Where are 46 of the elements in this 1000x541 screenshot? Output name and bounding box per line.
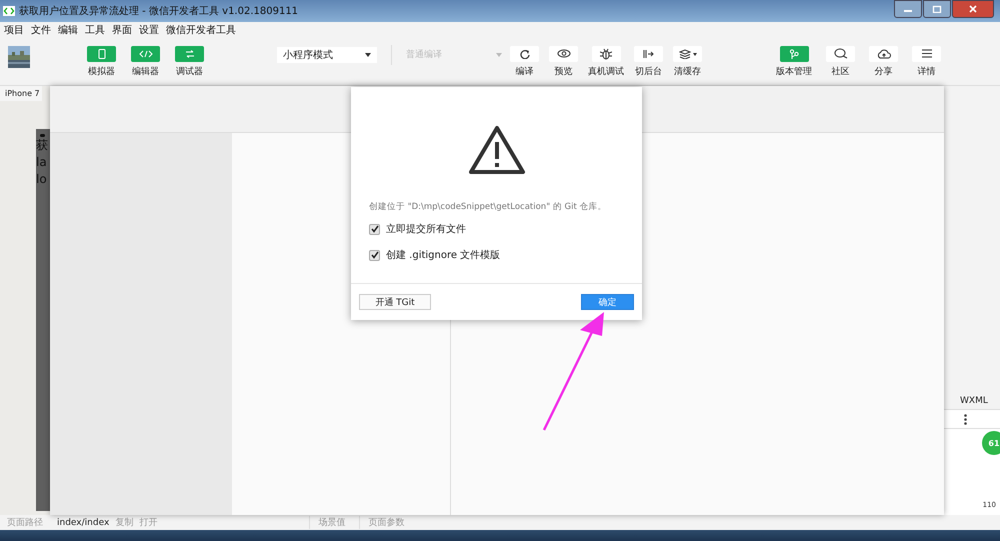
swap-icon: [184, 50, 194, 58]
checkbox-label: 立即提交所有文件: [386, 222, 466, 236]
debugger-tab[interactable]: WXML: [944, 393, 1000, 410]
menu-item[interactable]: 微信开发者工具: [166, 23, 236, 37]
layers-icon: [678, 48, 696, 58]
dialog-message: 创建位于 "D:\mp\codeSnippet\getLocation" 的 Git 仓库。: [369, 201, 608, 213]
menu-item[interactable]: 工具: [85, 23, 105, 37]
maximize-icon: [932, 5, 942, 13]
code-icon: [138, 50, 152, 58]
close-icon: [968, 5, 978, 13]
menu-item[interactable]: 文件: [31, 23, 51, 37]
checkbox-label: 创建 .gitignore 文件模版: [386, 248, 500, 262]
branch-icon: [789, 48, 799, 58]
menu-item[interactable]: 界面: [112, 23, 132, 37]
screen-text: la: [36, 154, 48, 171]
more-icon[interactable]: [964, 414, 967, 424]
minimize-button[interactable]: [894, 0, 922, 18]
path-label: 页面路径: [7, 516, 43, 529]
toolbar-button[interactable]: 真机调试: [588, 46, 624, 78]
tgit-button[interactable]: 开通 TGit: [359, 294, 431, 310]
menu-item[interactable]: 项目: [4, 23, 24, 37]
window-title: 获取用户位置及异常流处理 - 微信开发者工具 v1.02.1809111: [19, 4, 298, 18]
signal-icon: [40, 134, 45, 137]
checkbox[interactable]: [369, 250, 380, 260]
close-button[interactable]: [952, 0, 994, 18]
menu-icon: [922, 49, 932, 58]
screen-text: 获: [36, 137, 49, 154]
caret-icon: [496, 52, 502, 56]
bug-icon: [600, 48, 612, 60]
mode-dropdown[interactable]: 小程序模式: [277, 46, 377, 62]
maximize-button[interactable]: [923, 0, 951, 18]
arrow-icon: [642, 48, 654, 58]
device-tab[interactable]: iPhone 7: [0, 86, 42, 101]
caret-icon: [365, 52, 371, 56]
cloud-icon: [876, 48, 890, 58]
menu-item[interactable]: 设置: [139, 23, 159, 37]
code-icon: [3, 6, 15, 16]
refresh-icon: [520, 48, 530, 58]
screen-text: lo: [36, 171, 48, 188]
page-path: index/index: [57, 518, 110, 528]
phone-icon: [98, 48, 106, 58]
toolbar-button[interactable]: 版本管理: [776, 46, 812, 78]
menu-item[interactable]: 编辑: [58, 23, 78, 37]
eye-icon: [556, 49, 570, 58]
checkbox[interactable]: [369, 224, 380, 234]
warning-icon: [468, 125, 526, 175]
